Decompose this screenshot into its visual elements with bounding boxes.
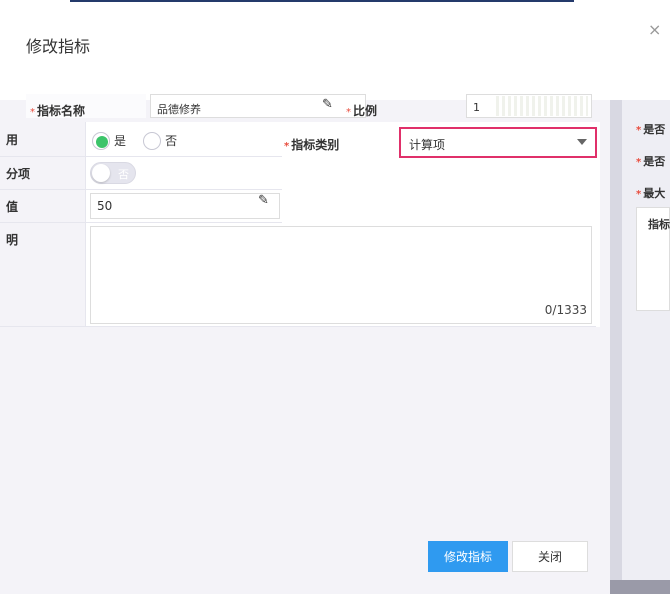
underlay-header-edge [70, 0, 574, 2]
toggle-knob [92, 164, 110, 182]
submit-button[interactable]: 修改指标 [428, 541, 508, 572]
required-asterisk: * [636, 189, 642, 200]
right-item-4: 指标 [648, 218, 670, 231]
ratio-label: 比例 [353, 104, 378, 118]
required-asterisk: * [636, 125, 642, 136]
required-asterisk: * [284, 141, 290, 152]
top-form-row: * 指标名称 品德修养 ✎ * 比例 1 [26, 94, 626, 118]
required-asterisk: * [30, 107, 35, 118]
desc-cell: 0/1333 [86, 223, 596, 327]
radio-yes-label: 是 [114, 134, 127, 148]
right-item-2: * 是否 [636, 153, 665, 169]
bonus-value-cell: 否 [86, 157, 282, 190]
bonus-row: 分项 否 [0, 157, 600, 190]
type-select[interactable]: 计算项 [399, 127, 597, 158]
value-label: 值 [0, 190, 86, 223]
pencil-icon[interactable]: ✎ [322, 97, 333, 112]
ratio-label-cell: * 比例 [342, 94, 462, 118]
desc-label: 明 [0, 223, 86, 327]
close-button[interactable]: 关闭 [512, 541, 588, 572]
value-cell: 50 ✎ [86, 190, 282, 223]
radio-no-label: 否 [165, 134, 178, 148]
desc-row: 明 0/1333 [0, 223, 600, 327]
ratio-input-artifact [496, 96, 588, 116]
radio-no[interactable] [143, 131, 162, 150]
char-counter: 0/1333 [544, 303, 587, 317]
dialog-header-bg [0, 0, 670, 100]
right-item-1-label: 是否 [643, 123, 666, 136]
value-input[interactable]: 50 [90, 193, 280, 219]
right-item-1: * 是否 [636, 121, 665, 137]
type-select-value: 计算项 [409, 138, 446, 152]
right-item-3-label: 最大 [643, 187, 666, 200]
name-label: 指标名称 [37, 104, 86, 118]
enabled-label: 用 [0, 122, 86, 157]
right-item-3: * 最大 [636, 185, 665, 201]
required-asterisk: * [346, 107, 351, 118]
underlay-panel-bg [622, 100, 670, 594]
pencil-icon[interactable]: ✎ [258, 193, 269, 208]
bonus-label: 分项 [0, 157, 86, 190]
value-row: 值 50 ✎ [0, 190, 600, 223]
underlay-footer [610, 580, 670, 594]
name-label-cell: * 指标名称 [26, 94, 146, 118]
type-label: 指标类别 [291, 138, 340, 152]
dialog-title: 修改指标 [26, 37, 91, 56]
required-asterisk: * [636, 157, 642, 168]
radio-yes[interactable] [92, 131, 110, 150]
bonus-toggle[interactable]: 否 [90, 162, 136, 184]
chevron-down-icon [577, 139, 587, 145]
name-input[interactable]: 品德修养 [150, 94, 366, 118]
enabled-radios: 是 否 [86, 122, 282, 157]
toggle-text: 否 [118, 168, 129, 181]
dialog-right-edge [610, 100, 622, 590]
type-label-cell: * 指标类别 [284, 136, 339, 153]
right-item-2-label: 是否 [643, 155, 666, 168]
close-icon[interactable]: × [648, 20, 661, 39]
ratio-value: 1 [473, 101, 480, 114]
desc-textarea[interactable]: 0/1333 [90, 226, 592, 324]
